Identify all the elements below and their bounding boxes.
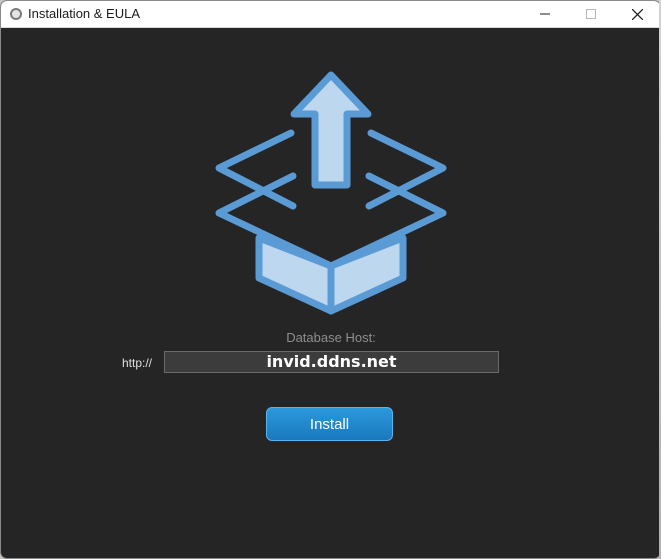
maximize-button[interactable] [568,1,614,27]
database-host-label: Database Host: [286,330,376,345]
window-title: Installation & EULA [28,6,141,21]
close-button[interactable] [614,1,660,27]
database-host-input[interactable]: invid.ddns.net [164,351,499,373]
minimize-icon [540,13,550,15]
maximize-icon [586,9,596,19]
app-circle-icon [10,8,22,20]
url-prefix-label: http:// [122,356,153,370]
minimize-button[interactable] [522,1,568,27]
content-area: Database Host: http:// invid.ddns.net In… [1,28,660,558]
installer-window: Installation & EULA Database Host: http:… [0,0,661,559]
install-button[interactable]: Install [266,407,393,441]
close-icon [631,8,643,20]
title-bar[interactable]: Installation & EULA [1,1,660,28]
open-box-upload-icon [215,71,447,315]
